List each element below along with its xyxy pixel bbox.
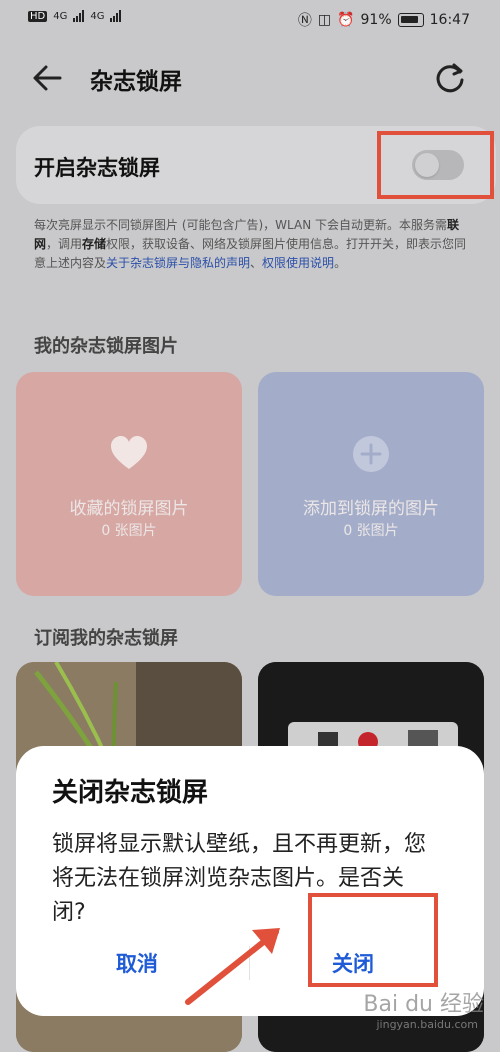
privacy-statement-link[interactable]: 关于杂志锁屏与隐私的声明: [106, 256, 250, 270]
add-circle-icon: [353, 436, 389, 472]
header: 杂志锁屏: [0, 48, 500, 108]
battery-icon: [397, 13, 424, 27]
notice-text-2: ，调用: [46, 237, 83, 251]
status-left: HD 4G 4G: [28, 10, 122, 22]
nfc-icon: Ⓝ: [297, 13, 312, 29]
annotation-arrow-icon: [185, 928, 280, 1005]
notice-end: 。: [334, 256, 347, 270]
added-album-name: 添加到锁屏的图片: [303, 499, 439, 519]
my-pictures-title: 我的杂志锁屏图片: [34, 336, 178, 357]
signal-icon-2: [110, 10, 122, 22]
vibrate-icon: ◫: [317, 12, 332, 28]
heart-icon: [111, 436, 147, 469]
clock: 16:47: [429, 12, 470, 28]
back-arrow-icon[interactable]: [30, 62, 66, 94]
privacy-notice: 每次亮屏显示不同锁屏图片 (可能包含广告)，WLAN 下会自动更新。本服务需联网…: [34, 216, 474, 273]
notice-sep: 、: [250, 256, 263, 270]
favorites-album-card[interactable]: 收藏的锁屏图片 0 张图片: [16, 372, 242, 596]
status-right: Ⓝ ◫ ⏰ 91% 16:47: [298, 10, 470, 30]
favorites-album-name: 收藏的锁屏图片: [69, 499, 189, 519]
dialog-title: 关闭杂志锁屏: [52, 778, 209, 808]
cancel-button[interactable]: 取消: [116, 948, 158, 978]
refresh-icon[interactable]: [432, 60, 468, 96]
signal-icon: [73, 10, 85, 22]
favorites-album-count: 0 张图片: [101, 523, 157, 539]
subscriptions-title: 订阅我的杂志锁屏: [34, 628, 178, 649]
toggle-highlight-box: [377, 131, 494, 199]
added-album-card[interactable]: 添加到锁屏的图片 0 张图片: [258, 372, 484, 596]
toggle-label: 开启杂志锁屏: [34, 156, 160, 180]
battery-percent: 91%: [360, 12, 392, 28]
close-button-highlight-box: [308, 893, 438, 987]
watermark-url: jingyan.baidu.com: [376, 1018, 478, 1031]
alarm-icon: ⏰: [337, 12, 355, 28]
added-album-count: 0 张图片: [343, 523, 399, 539]
notice-text-1: 每次亮屏显示不同锁屏图片 (可能包含广告)，WLAN 下会自动更新。本服务需: [34, 218, 448, 232]
network-badge-2: 4G: [90, 10, 105, 22]
network-badge-1: 4G: [53, 10, 68, 22]
watermark-logo: Bai du 经验: [363, 992, 484, 1017]
status-bar: HD 4G 4G Ⓝ ◫ ⏰ 91% 16:47: [0, 0, 500, 38]
page-title: 杂志锁屏: [90, 69, 182, 95]
hd-badge: HD: [28, 10, 48, 22]
permission-info-link[interactable]: 权限使用说明: [262, 256, 334, 270]
notice-bold-storage: 存储: [82, 237, 107, 251]
